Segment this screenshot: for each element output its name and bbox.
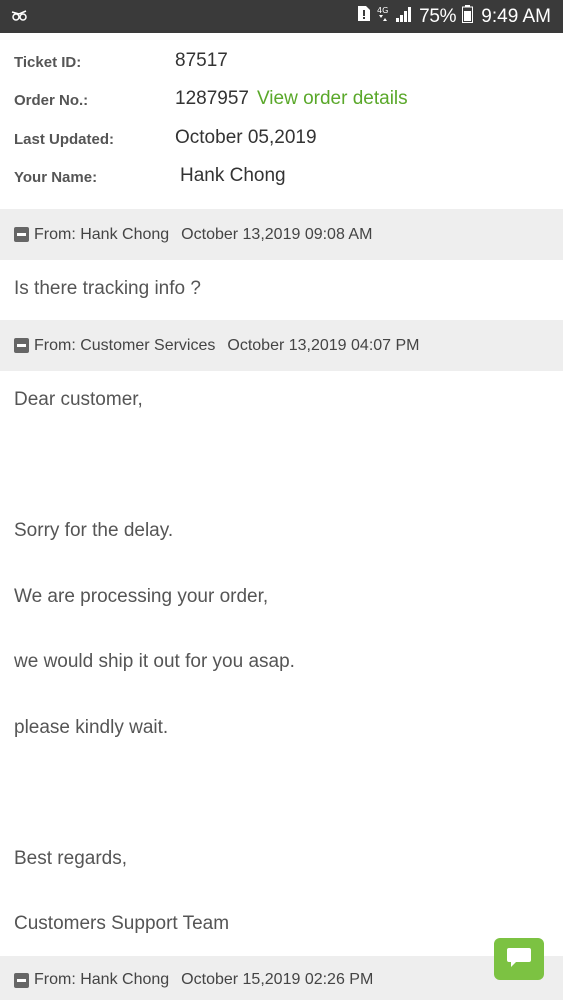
collapse-icon[interactable] bbox=[14, 972, 29, 988]
your-name-label: Your Name: bbox=[14, 169, 98, 186]
battery-percentage: 75% bbox=[419, 5, 457, 27]
message-sender: From: Hank Chong bbox=[34, 225, 170, 243]
message-text: we would ship it out for you asap. bbox=[14, 651, 295, 672]
last-updated-row: Last Updated: October 05,2019 bbox=[0, 125, 563, 163]
chat-bubble-icon bbox=[506, 946, 532, 973]
order-number-label: Order No.: bbox=[14, 92, 89, 109]
last-updated-value: October 05,2019 bbox=[175, 127, 317, 148]
your-name-value: Hank Chong bbox=[180, 165, 286, 186]
message-date: October 15,2019 02:26 PM bbox=[181, 971, 374, 988]
message-text: Is there tracking info ? bbox=[14, 278, 201, 299]
message-date: October 13,2019 04:07 PM bbox=[227, 336, 420, 354]
svg-text:4G: 4G bbox=[377, 6, 388, 15]
your-name-row: Your Name: Hank Chong bbox=[0, 163, 563, 201]
data-4g-icon: 4G bbox=[377, 5, 389, 28]
message-text: Dear customer, bbox=[14, 389, 143, 410]
ticket-id-label: Ticket ID: bbox=[14, 54, 82, 71]
signal-icon bbox=[395, 6, 413, 28]
message-text: Best regards, bbox=[14, 848, 127, 869]
message-header[interactable]: From: Hank Chong October 13,2019 09:08 A… bbox=[0, 209, 563, 260]
ticket-id-value: 87517 bbox=[175, 50, 228, 71]
app-notification-icon bbox=[10, 8, 28, 24]
message-text: please kindly wait. bbox=[14, 717, 169, 738]
message-date: October 13,2019 09:08 AM bbox=[181, 225, 373, 243]
sim-alert-icon bbox=[357, 5, 371, 28]
clock: 9:49 AM bbox=[481, 5, 551, 27]
view-order-details-link[interactable]: View order details bbox=[257, 88, 408, 109]
message-text: We are processing your order, bbox=[14, 586, 269, 607]
message-header[interactable]: From: Customer Services October 13,2019 … bbox=[0, 320, 563, 371]
ticket-id-row: Ticket ID: 87517 bbox=[0, 48, 563, 86]
chat-button[interactable] bbox=[494, 938, 544, 980]
message-sender: From: Hank Chong bbox=[34, 971, 170, 988]
battery-icon bbox=[462, 4, 474, 29]
message-header[interactable]: From: Hank Chong October 15,2019 02:26 P… bbox=[0, 956, 563, 1000]
last-updated-label: Last Updated: bbox=[14, 131, 115, 148]
message-sender: From: Customer Services bbox=[34, 336, 216, 354]
order-number-value: 1287957 bbox=[175, 88, 249, 109]
collapse-icon[interactable] bbox=[14, 227, 29, 242]
status-bar: 4G 75% 9:49 AM bbox=[0, 0, 563, 33]
message-text: Customers Support Team bbox=[14, 913, 230, 934]
collapse-icon[interactable] bbox=[14, 338, 29, 353]
message-text: Sorry for the delay. bbox=[14, 520, 174, 541]
order-number-row: Order No.: 1287957 View order details bbox=[0, 86, 563, 124]
